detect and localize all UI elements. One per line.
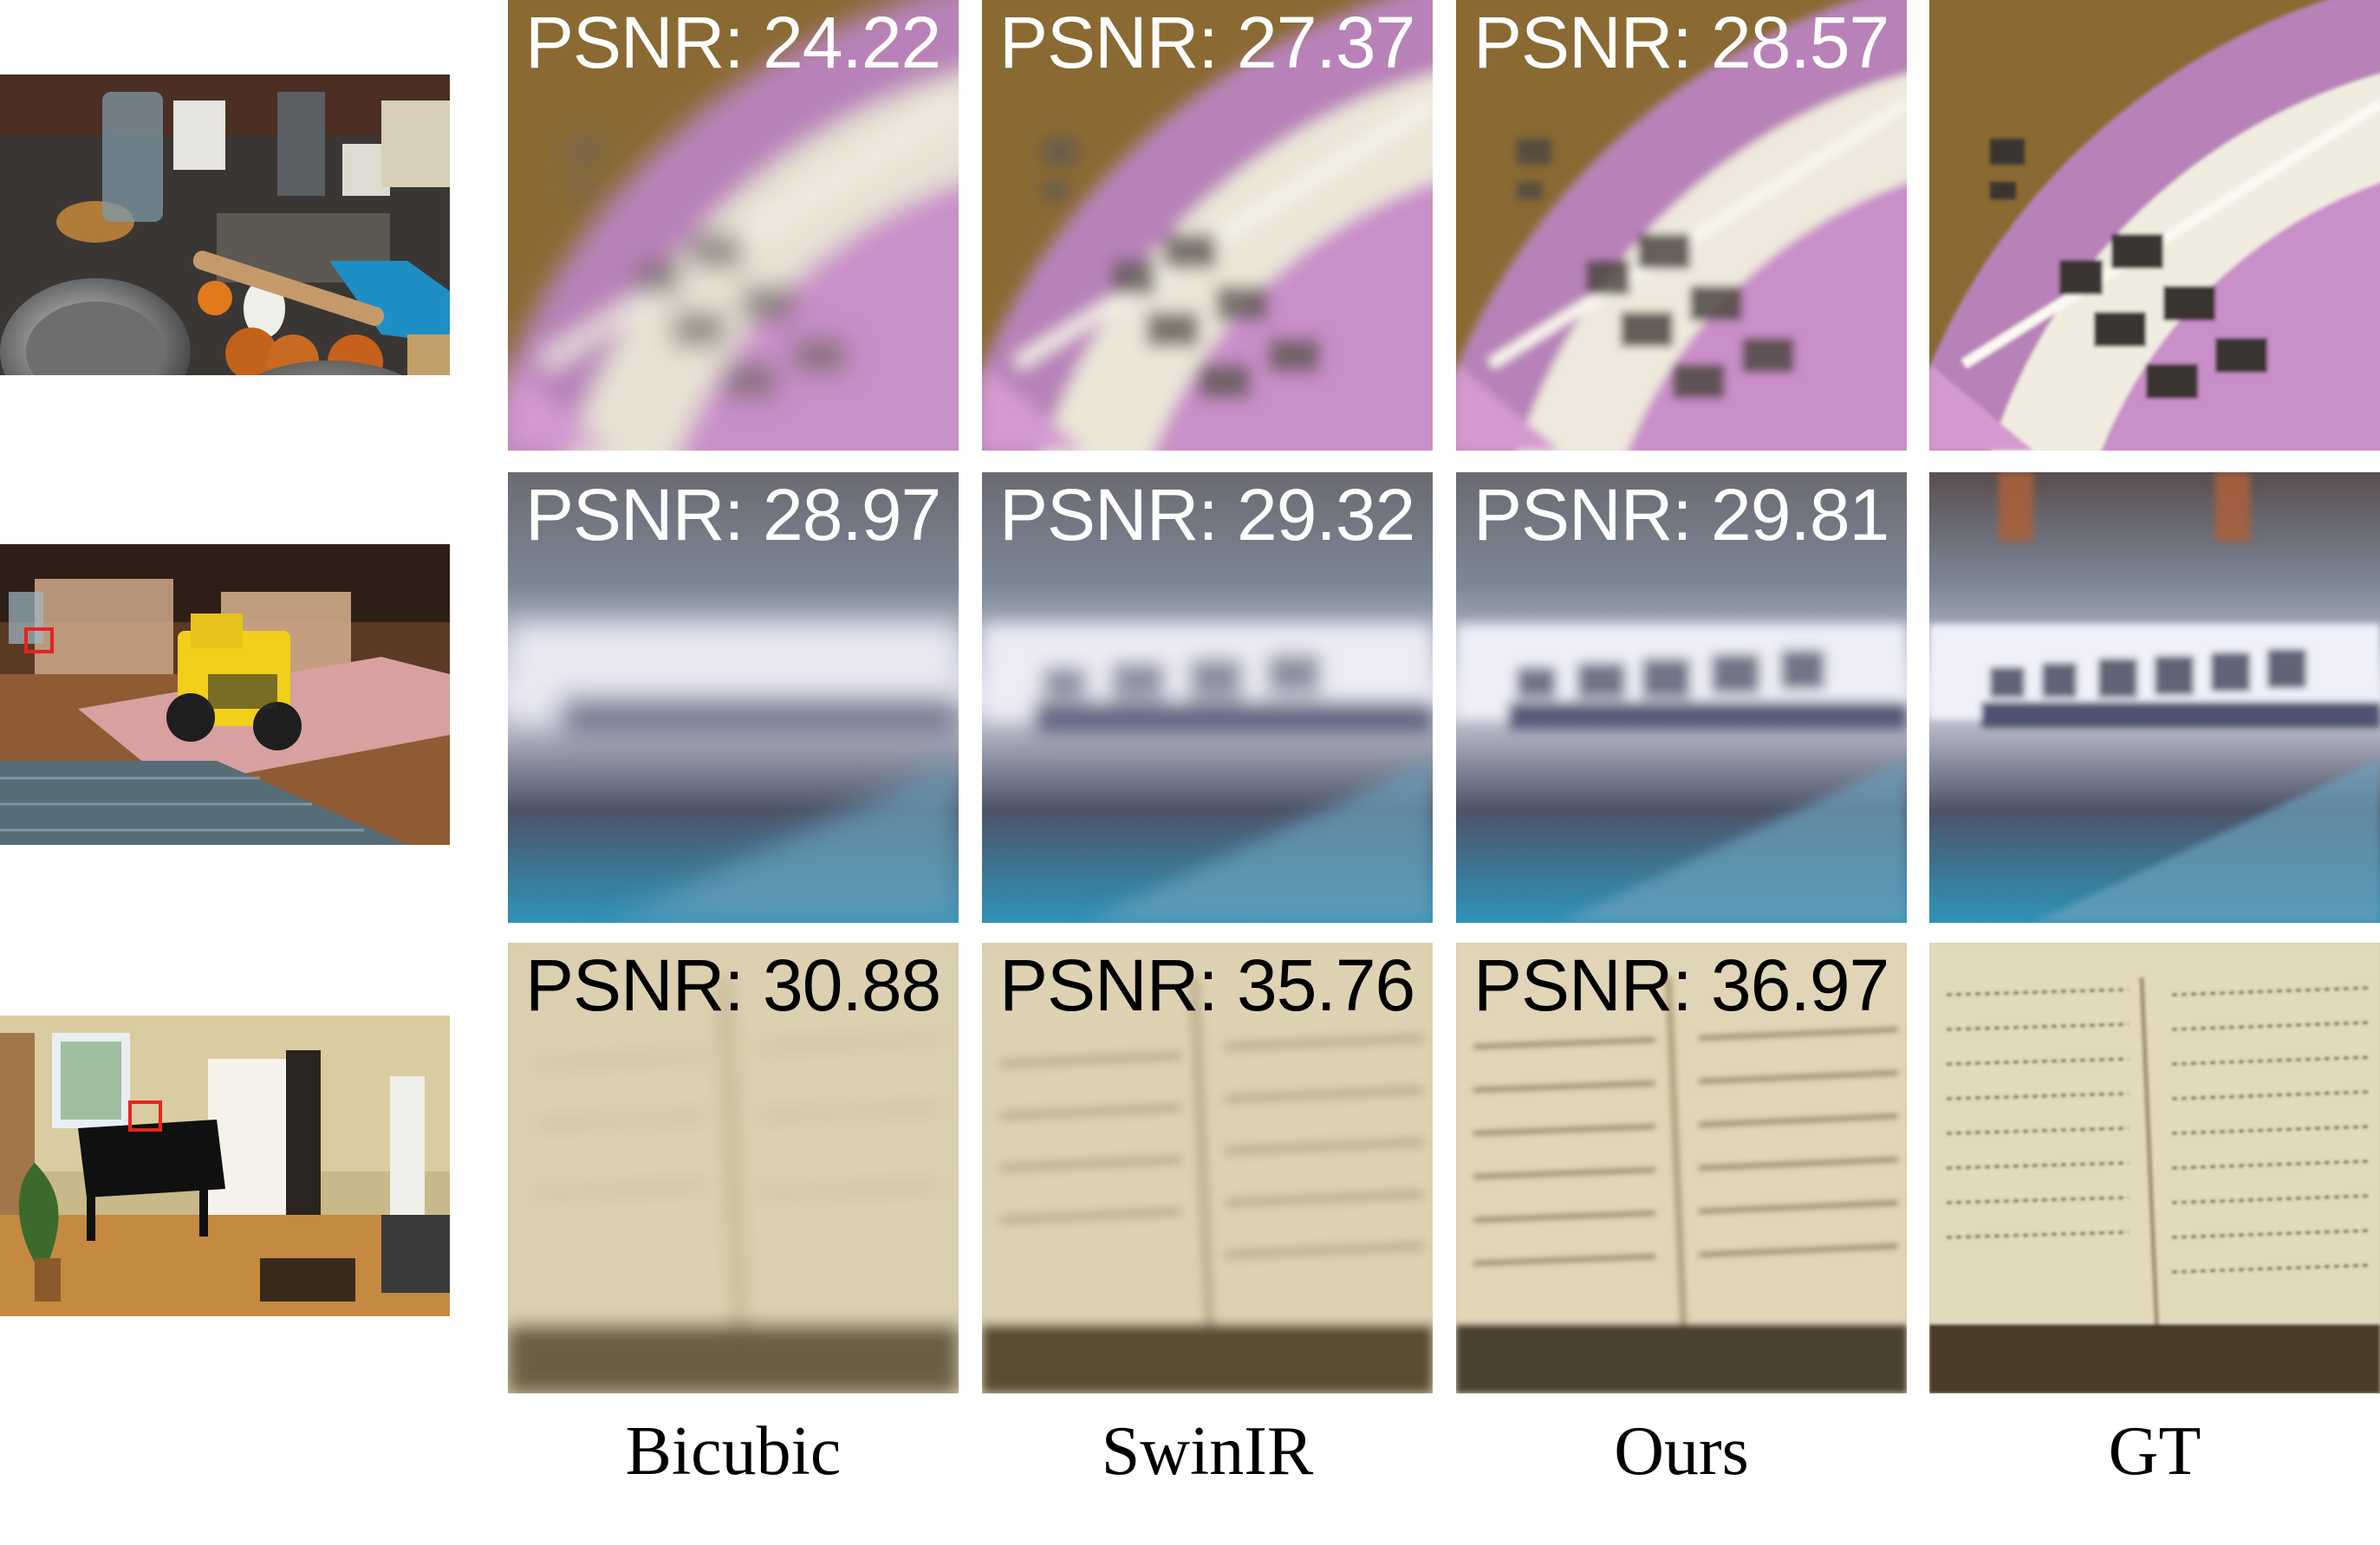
lego-gt-crop: [1929, 472, 2380, 923]
psnr-value: PSNR: 24.22: [525, 2, 941, 83]
lego-bicubic-crop: PSNR: 28.97: [508, 472, 959, 923]
room-ours-crop: PSNR: 36.97: [1456, 943, 1907, 1393]
psnr-value: PSNR: 35.76: [999, 945, 1415, 1026]
lego-swinir-crop: PSNR: 29.32: [982, 472, 1433, 923]
psnr-value: PSNR: 30.88: [525, 945, 941, 1026]
lego-scene-thumbnail: [0, 544, 450, 845]
psnr-value: PSNR: 27.37: [999, 2, 1415, 83]
psnr-value: PSNR: 28.97: [525, 474, 941, 555]
column-label-swinir: SwinIR: [1101, 1413, 1314, 1490]
kitchen-swinir-crop: PSNR: 27.37: [982, 0, 1433, 451]
room-bicubic-crop: PSNR: 30.88: [508, 943, 959, 1393]
lego-ours-crop: PSNR: 29.81: [1456, 472, 1907, 923]
psnr-value: PSNR: 36.97: [1473, 945, 1889, 1026]
column-label-bicubic: Bicubic: [625, 1413, 842, 1490]
psnr-value: PSNR: 28.57: [1473, 2, 1889, 83]
kitchen-ours-crop: PSNR: 28.57: [1456, 0, 1907, 451]
room-swinir-crop: PSNR: 35.76: [982, 943, 1433, 1393]
psnr-value: PSNR: 29.81: [1473, 474, 1889, 555]
kitchen-bicubic-crop: PSNR: 24.22: [508, 0, 959, 451]
kitchen-gt-crop: [1929, 0, 2380, 451]
kitchen-scene-thumbnail: [0, 75, 450, 375]
column-label-ours: Ours: [1614, 1413, 1749, 1490]
psnr-value: PSNR: 29.32: [999, 474, 1415, 555]
room-scene-thumbnail: [0, 1016, 450, 1316]
column-label-gt: GT: [2108, 1413, 2201, 1490]
room-gt-crop: [1929, 943, 2380, 1393]
